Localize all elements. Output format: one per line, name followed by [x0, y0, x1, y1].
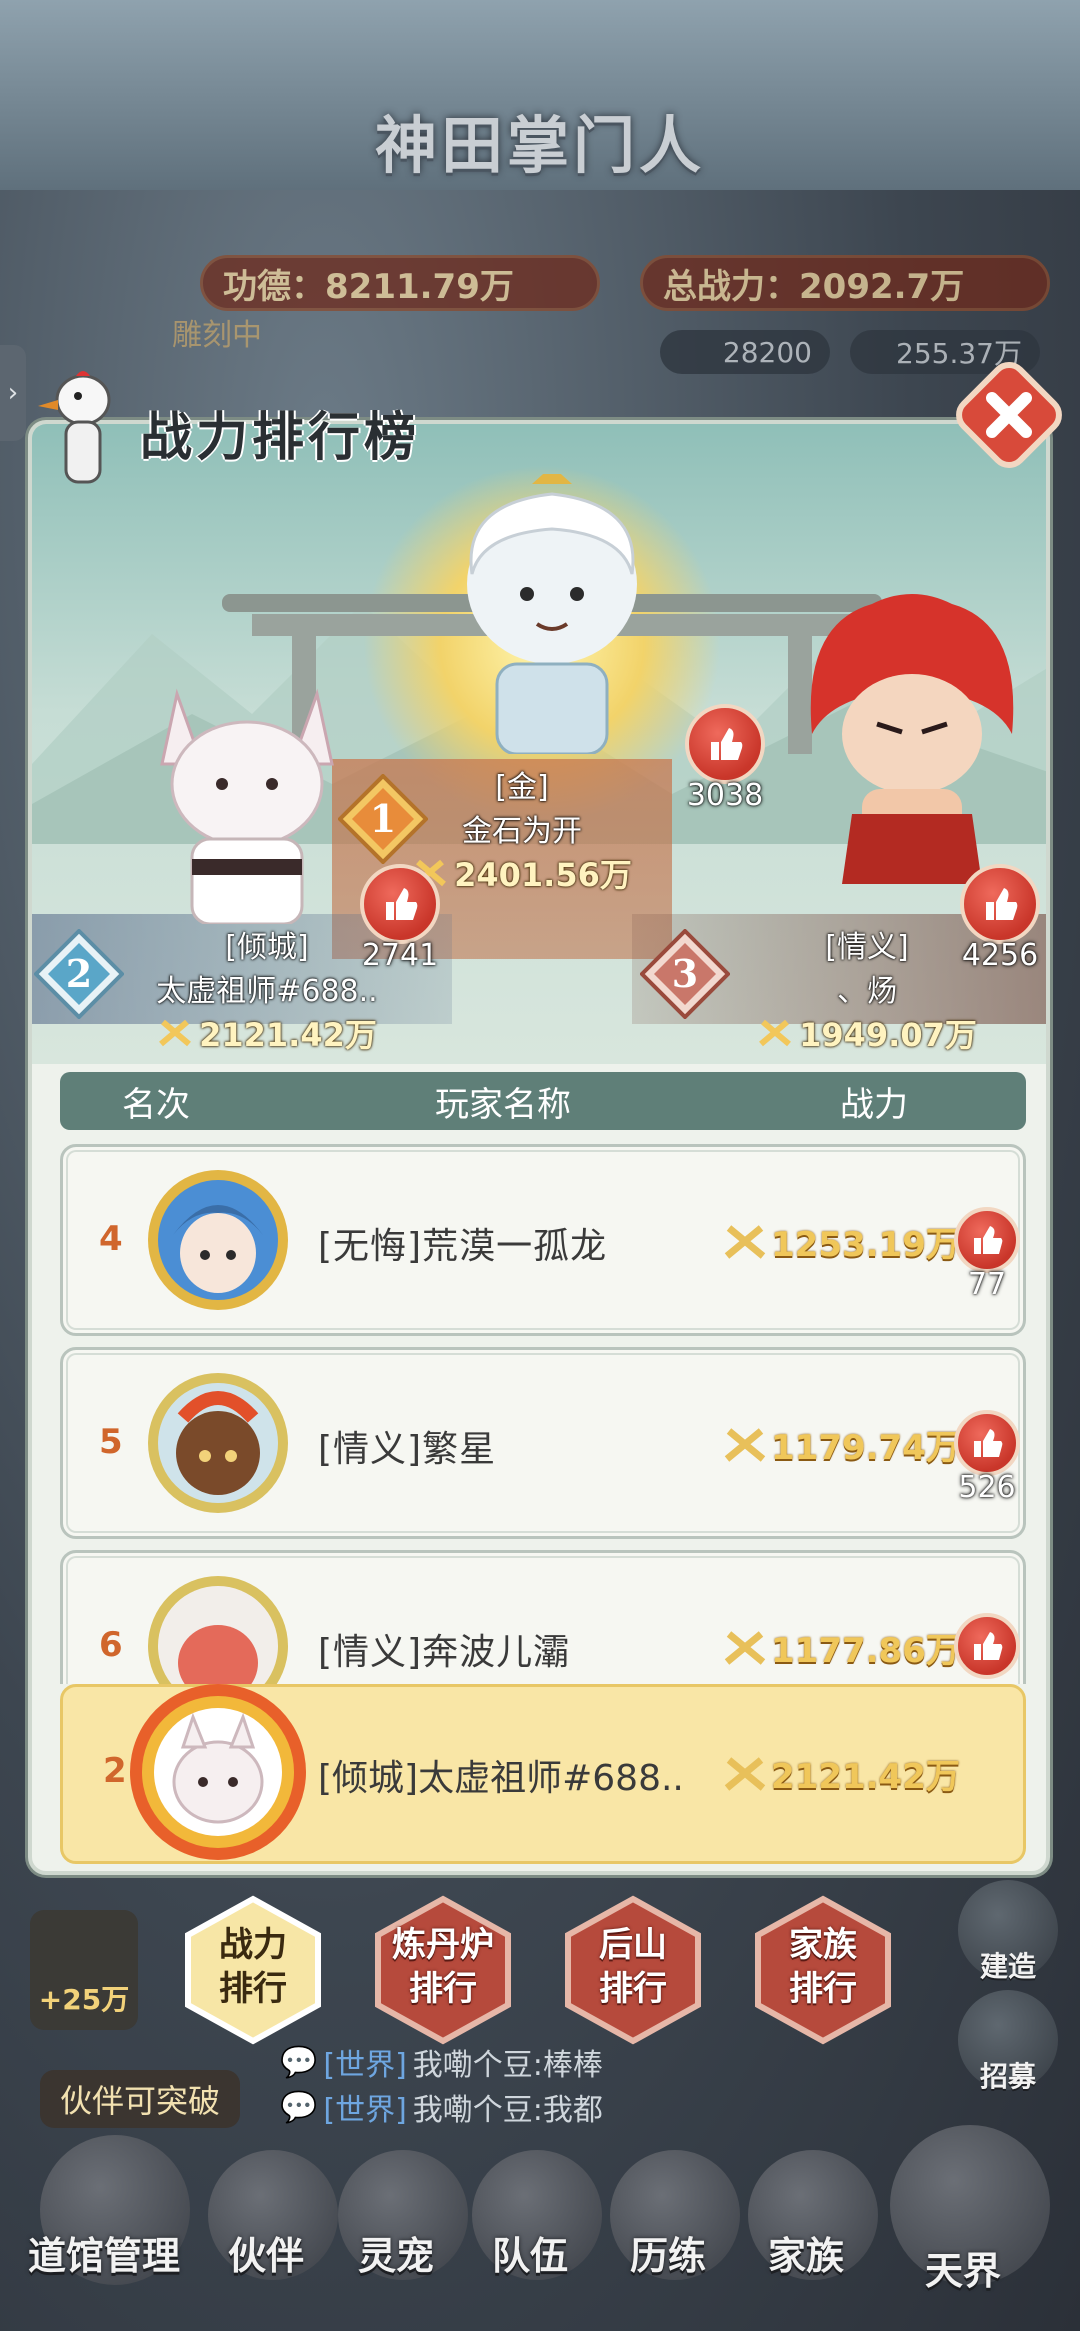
family-label: 家族	[768, 2233, 845, 2278]
tab-power-ranking[interactable]: 战力 排行	[178, 1895, 328, 2045]
modal-title: 战力排行榜	[140, 407, 421, 468]
row-player-name: [情义]繁星	[318, 1429, 497, 1470]
crane-mascot-icon	[38, 371, 111, 484]
crossed-swords-icon	[159, 1019, 192, 1047]
row-like-button[interactable]	[951, 1613, 1023, 1679]
row-rank: 5	[99, 1422, 123, 1462]
dojo-management-label: 道馆管理	[28, 2233, 181, 2278]
podium-backdrop: 1 2 3 [金] 金石为开 2401.56万 [倾城] 太虚祖师#688..	[32, 424, 1046, 1064]
chat-bubble-icon: 💬	[280, 2044, 318, 2080]
third-place-like-button[interactable]: 4256	[952, 864, 1046, 973]
game-logo: 神田掌门人	[374, 109, 705, 182]
my-avatar[interactable]	[123, 1677, 313, 1867]
side-expand-tab[interactable]: ›	[0, 345, 26, 441]
reward-ticket[interactable]: +25万	[30, 1910, 138, 2030]
svg-text:3: 3	[672, 951, 698, 996]
crossed-swords-icon	[724, 1630, 766, 1665]
tab-alchemy-ranking[interactable]: 炼丹炉 排行	[368, 1895, 518, 2045]
third-place-character[interactable]	[792, 584, 1032, 904]
my-ranking-row[interactable]: 2 [倾城]太虚祖师#688.. 2121.42万	[60, 1684, 1026, 1864]
row-like-button[interactable]: 526	[951, 1410, 1023, 1505]
row-rank: 4	[99, 1219, 123, 1259]
build-label: 建造	[979, 1950, 1036, 1983]
third-place-power: 1949.07万	[722, 1010, 1012, 1056]
ranking-table-header: 名次 玩家名称 战力	[60, 1072, 1026, 1130]
ranking-modal: 1 2 3 [金] 金石为开 2401.56万 [倾城] 太虚祖师#688..	[28, 420, 1050, 1875]
chat-line[interactable]: 💬 [世界] 我嘞个豆:我都	[280, 2085, 603, 2129]
crossed-swords-icon	[759, 1019, 792, 1047]
thumbs-up-icon	[974, 1226, 1003, 1254]
player-avatar[interactable]	[143, 1368, 293, 1518]
header-rank: 名次	[122, 1084, 190, 1125]
player-avatar[interactable]	[143, 1165, 293, 1315]
close-icon[interactable]	[954, 360, 1064, 470]
ranking-row[interactable]: 5 [情义]繁星 1179.74万 526	[60, 1347, 1026, 1539]
first-place-guild: [金]	[495, 770, 549, 805]
rank-2-badge: 2	[34, 929, 124, 1019]
player-avatar[interactable]	[143, 1571, 293, 1684]
chat-line[interactable]: 💬 [世界] 我嘞个豆:棒棒	[280, 2040, 603, 2084]
row-player-name: [无悔]荒漠一孤龙	[318, 1226, 608, 1267]
row-power: 1253.19万	[723, 1217, 960, 1266]
row-power: 1179.74万	[723, 1420, 960, 1469]
ranking-row[interactable]: 6 [情义]奔波儿灞 1177.86万	[60, 1550, 1026, 1684]
thumbs-up-icon	[974, 1429, 1003, 1457]
partner-label: 伙伴	[228, 2233, 305, 2278]
chat-bubble-icon: 💬	[280, 2089, 318, 2125]
header-player: 玩家名称	[435, 1084, 571, 1125]
second-place-power: 2121.42万	[122, 1010, 412, 1056]
thumbs-up-icon	[974, 1632, 1003, 1660]
row-power: 1177.86万	[723, 1623, 960, 1672]
crossed-swords-icon	[724, 1756, 766, 1791]
recruit-label: 招募	[979, 2060, 1036, 2093]
thumbs-up-icon	[386, 888, 418, 920]
second-place-character[interactable]	[142, 654, 352, 924]
header-power: 战力	[840, 1084, 908, 1125]
ranking-row[interactable]: 4 [无悔]荒漠一孤龙 1253.19万 77	[60, 1144, 1026, 1336]
crossed-swords-icon	[724, 1224, 766, 1259]
heaven-realm-label: 天界	[925, 2248, 1002, 2293]
row-rank: 6	[99, 1625, 123, 1665]
first-place-name: 金石为开	[462, 814, 582, 849]
my-player-name: [倾城]太虚祖师#688..	[318, 1758, 684, 1799]
rank-3-badge: 3	[640, 929, 730, 1019]
my-power: 2121.42万	[723, 1749, 960, 1798]
thumbs-up-icon	[986, 888, 1018, 920]
thumbs-up-icon	[711, 728, 743, 760]
training-label: 历练	[630, 2233, 707, 2278]
first-place-character[interactable]	[442, 474, 662, 754]
tab-backmountain-ranking[interactable]: 后山 排行	[558, 1895, 708, 2045]
first-place-like-button[interactable]: 3038	[677, 704, 773, 813]
carving-status: 雕刻中	[172, 318, 262, 353]
team-label: 队伍	[492, 2233, 569, 2278]
merit-pill: 功德：8211.79万	[200, 255, 600, 311]
spirit-pet-label: 灵宠	[358, 2233, 435, 2278]
jade-currency: 28200	[660, 330, 830, 374]
row-like-button[interactable]: 77	[951, 1207, 1023, 1302]
total-power-pill: 总战力：2092.7万	[640, 255, 1050, 311]
crossed-swords-icon	[724, 1427, 766, 1462]
row-player-name: [情义]奔波儿灞	[318, 1632, 571, 1673]
tab-family-ranking[interactable]: 家族 排行	[748, 1895, 898, 2045]
svg-text:2: 2	[66, 951, 92, 996]
second-place-like-button[interactable]: 2741	[352, 864, 448, 973]
ranking-list[interactable]: 4 [无悔]荒漠一孤龙 1253.19万 77 5 [情义]繁星 1179.74…	[60, 1144, 1026, 1684]
partner-breakthrough-tip: 伙伴可突破	[40, 2070, 241, 2128]
